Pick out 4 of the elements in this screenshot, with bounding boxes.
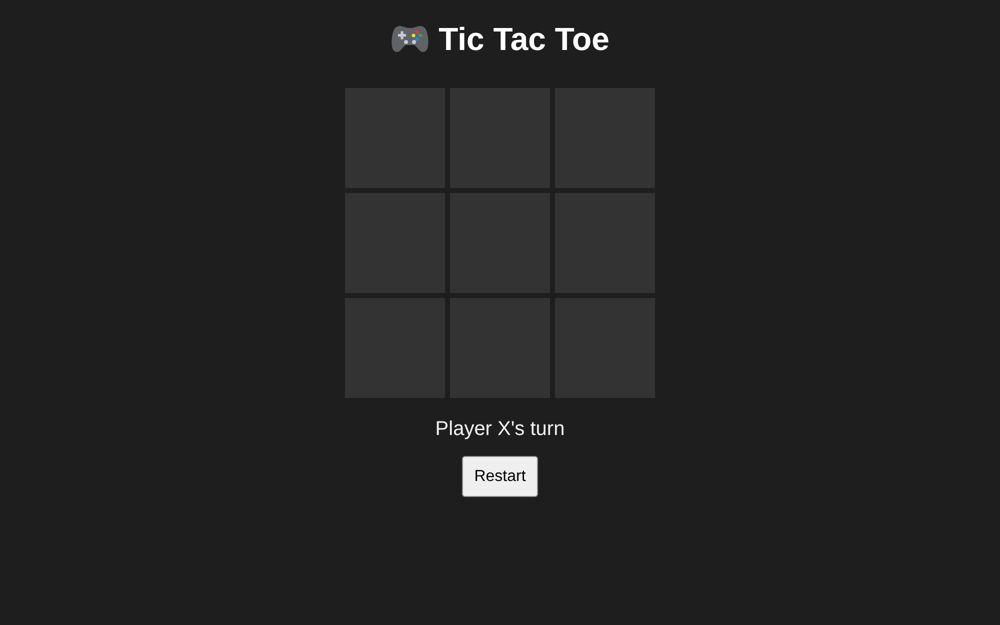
turn-status: Player X's turn — [435, 418, 565, 441]
gamepad-icon — [390, 24, 429, 54]
restart-button[interactable]: Restart — [462, 456, 538, 497]
page-title: Tic Tac Toe — [438, 20, 610, 58]
